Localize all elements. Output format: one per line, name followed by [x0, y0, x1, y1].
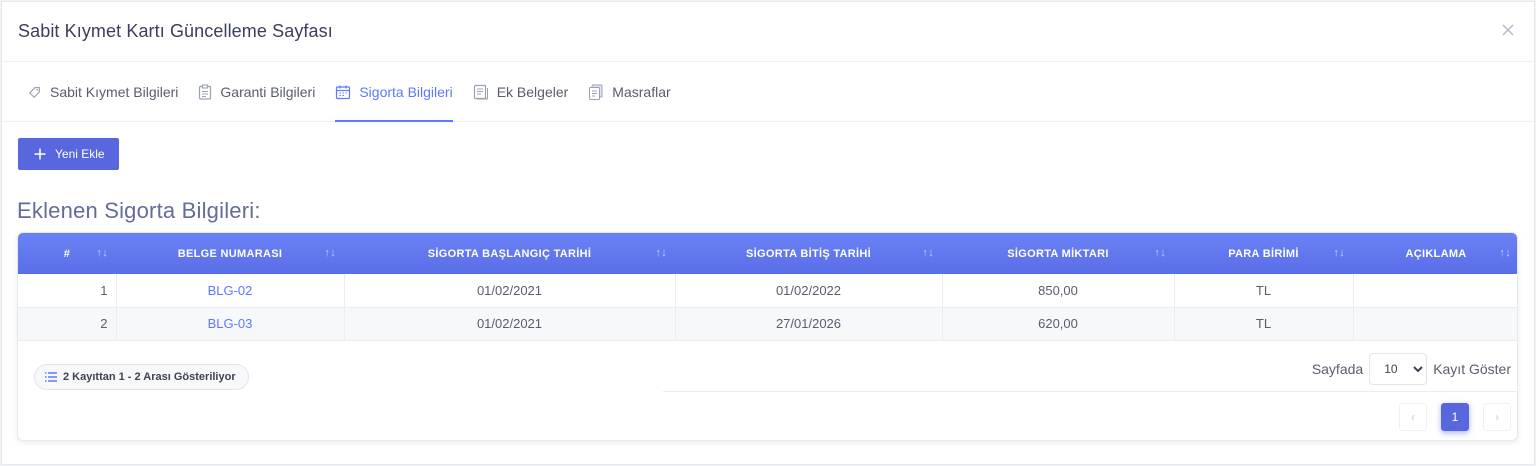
- cell-para-birimi: TL: [1174, 274, 1354, 308]
- column-header-belge-numarasi[interactable]: BELGE NUMARASI ↑↓: [116, 233, 344, 274]
- modal-title: Sabit Kıymet Kartı Güncelleme Sayfası: [18, 21, 333, 41]
- cell-index: 2: [18, 307, 117, 341]
- add-new-button[interactable]: Yeni Ekle: [18, 138, 119, 170]
- cell-sigorta-miktari: 620,00: [942, 307, 1175, 341]
- prev-page-button[interactable]: ‹: [1399, 402, 1427, 431]
- tab-bar: Sabit Kıymet Bilgileri Garanti Bilgileri…: [2, 62, 1534, 122]
- sort-icon: ↑↓: [655, 247, 667, 259]
- tab-masraflar[interactable]: Masraflar: [588, 62, 671, 121]
- sort-icon: ↑↓: [1333, 247, 1345, 259]
- cell-bitis-tarihi: 01/02/2022: [675, 274, 943, 308]
- files-icon: [589, 84, 603, 100]
- records-info: 2 Kayıttan 1 - 2 Arası Gösteriliyor: [34, 363, 249, 390]
- tab-label: Ek Belgeler: [496, 83, 569, 100]
- cell-belge-numarasi[interactable]: BLG-03: [116, 307, 345, 341]
- close-icon[interactable]: [1500, 22, 1516, 38]
- section-title: Eklenen Sigorta Bilgileri:: [17, 198, 261, 223]
- tag-icon: [28, 86, 40, 98]
- cell-aciklama: [1353, 274, 1517, 308]
- tab-ek-belgeler[interactable]: Ek Belgeler: [473, 62, 569, 121]
- column-header-para-birimi[interactable]: PARA BİRİMİ ↑↓: [1174, 233, 1353, 274]
- sort-icon: ↑↓: [1499, 247, 1511, 259]
- column-header-baslangic-tarihi[interactable]: SİGORTA BAŞLANGIÇ TARİHİ ↑↓: [344, 233, 675, 274]
- page-size-suffix: Kayıt Göster: [1433, 360, 1511, 377]
- page-size-prefix: Sayfada: [1311, 360, 1364, 377]
- column-header-index[interactable]: # ↑↓: [18, 233, 116, 274]
- tab-label: Masraflar: [612, 83, 671, 100]
- next-page-button[interactable]: ›: [1483, 402, 1511, 431]
- table-row[interactable]: 2 BLG-03 01/02/2021 27/01/2026 620,00 TL: [18, 307, 1517, 341]
- list-icon: [45, 371, 57, 382]
- tab-label: Garanti Bilgileri: [220, 83, 316, 100]
- modal-header: Sabit Kıymet Kartı Güncelleme Sayfası: [2, 2, 1534, 62]
- pagination: ‹ 1 ›: [1385, 402, 1511, 431]
- tab-label: Sigorta Bilgileri: [359, 83, 453, 100]
- toolbar: Yeni Ekle: [2, 122, 1534, 170]
- cell-aciklama: [1353, 307, 1517, 341]
- add-new-button-label: Yeni Ekle: [55, 147, 105, 161]
- insurance-table: # ↑↓ BELGE NUMARASI ↑↓ SİGORTA BAŞLANGIÇ T…: [17, 232, 1518, 441]
- table-row[interactable]: 1 BLG-02 01/02/2021 01/02/2022 850,00 TL: [18, 274, 1517, 308]
- tab-garanti-bilgileri[interactable]: Garanti Bilgileri: [198, 62, 315, 121]
- page-size-control: Sayfada 10 Kayıt Göster: [1311, 352, 1511, 385]
- column-header-sigorta-miktari[interactable]: SİGORTA MİKTARI ↑↓: [942, 233, 1174, 274]
- column-header-bitis-tarihi[interactable]: SİGORTA BİTİŞ TARİHİ ↑↓: [675, 233, 942, 274]
- cell-belge-numarasi[interactable]: BLG-02: [116, 274, 345, 308]
- sort-icon: ↑↓: [1154, 247, 1166, 259]
- tab-sabit-kiymet-bilgileri[interactable]: Sabit Kıymet Bilgileri: [28, 62, 178, 121]
- table-header-row: # ↑↓ BELGE NUMARASI ↑↓ SİGORTA BAŞLANGIÇ T…: [18, 233, 1517, 274]
- cell-sigorta-miktari: 850,00: [942, 274, 1175, 308]
- page-button-current[interactable]: 1: [1441, 402, 1469, 431]
- cell-baslangic-tarihi: 01/02/2021: [344, 307, 676, 341]
- page-size-select[interactable]: 10: [1369, 352, 1428, 385]
- sort-icon: ↑↓: [922, 247, 934, 259]
- sort-icon: ↑↓: [96, 247, 108, 259]
- cell-bitis-tarihi: 27/01/2026: [675, 307, 943, 341]
- document-icon: [473, 84, 488, 99]
- tab-sigorta-bilgileri[interactable]: Sigorta Bilgileri: [335, 62, 454, 122]
- records-info-text: 2 Kayıttan 1 - 2 Arası Gösteriliyor: [63, 370, 236, 383]
- column-header-aciklama[interactable]: AÇIKLAMA ↑↓: [1353, 233, 1517, 274]
- tab-label: Sabit Kıymet Bilgileri: [50, 83, 179, 100]
- sort-icon: ↑↓: [324, 247, 336, 259]
- cell-index: 1: [18, 274, 117, 308]
- plus-icon: [34, 148, 46, 160]
- calendar-icon: [336, 85, 351, 99]
- footer-divider: [663, 390, 1517, 392]
- cell-baslangic-tarihi: 01/02/2021: [344, 274, 676, 308]
- clipboard-icon: [199, 83, 212, 100]
- table-footer: 2 Kayıttan 1 - 2 Arası Gösteriliyor Sayf…: [18, 341, 1517, 441]
- cell-para-birimi: TL: [1174, 307, 1354, 341]
